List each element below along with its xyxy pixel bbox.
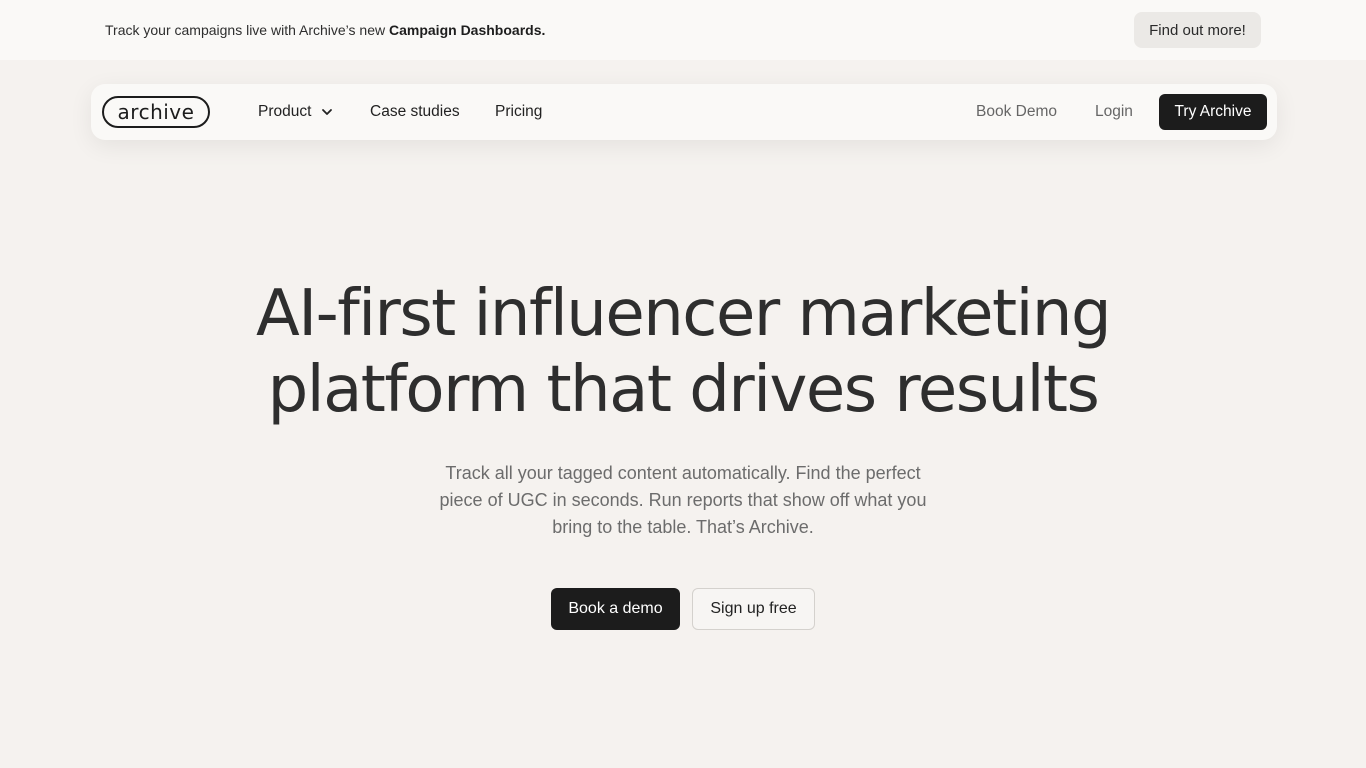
main-nav: archive Product Case studies Pricing Boo… — [91, 84, 1277, 140]
hero-title-line-2: platform that drives results — [267, 353, 1100, 427]
hero-subtitle: Track all your tagged content automatica… — [439, 463, 927, 537]
archive-logo[interactable]: archive — [102, 96, 210, 128]
announcement-text-bold: Campaign Dashboards. — [389, 22, 546, 38]
book-a-demo-button[interactable]: Book a demo — [551, 588, 680, 630]
nav-item-case-studies[interactable]: Case studies — [370, 102, 460, 122]
announcement-text: Track your campaigns live with Archive’s… — [105, 22, 545, 38]
try-archive-button[interactable]: Try Archive — [1159, 94, 1267, 130]
announcement-bar: Track your campaigns live with Archive’s… — [0, 0, 1366, 60]
book-demo-link[interactable]: Book Demo — [976, 102, 1057, 122]
logo-text: archive — [117, 100, 195, 124]
hero-title-line-1: AI-first influencer marketing — [255, 277, 1112, 351]
sign-up-free-button[interactable]: Sign up free — [692, 588, 815, 630]
nav-item-product[interactable]: Product — [258, 102, 333, 122]
announcement-text-prefix: Track your campaigns live with Archive’s… — [105, 22, 389, 38]
hero-title: AI-first influencer marketing platform t… — [183, 276, 1183, 428]
chevron-down-icon — [322, 109, 333, 115]
nav-item-product-label: Product — [258, 103, 312, 120]
login-link[interactable]: Login — [1095, 102, 1133, 122]
find-out-more-button[interactable]: Find out more! — [1134, 12, 1261, 48]
nav-item-pricing[interactable]: Pricing — [495, 102, 542, 122]
